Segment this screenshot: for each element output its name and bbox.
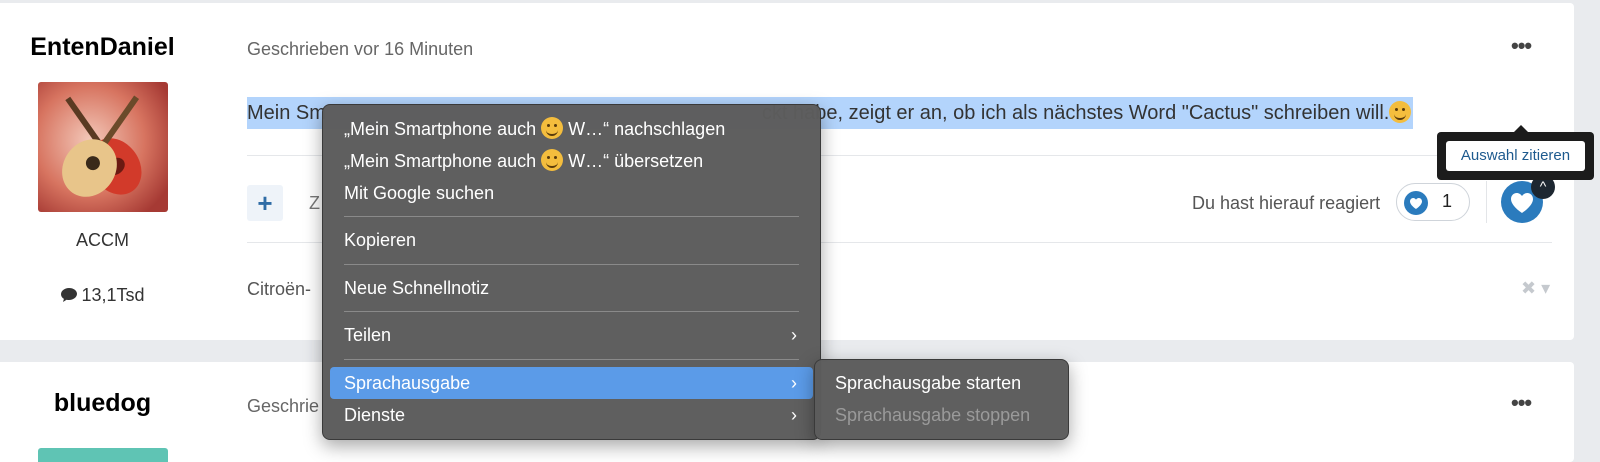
post-date: Geschrie: [247, 396, 320, 416]
quote-selection-button[interactable]: Auswahl zitieren: [1446, 141, 1585, 171]
menu-separator: [344, 264, 799, 265]
menu-item-services[interactable]: Dienste ›: [330, 399, 813, 431]
menu-item-stop-speaking: Sprachausgabe stoppen: [835, 405, 1031, 425]
body-text-start: Mein Sm: [247, 102, 326, 124]
action-label-partial[interactable]: Z: [309, 193, 320, 214]
more-options-icon[interactable]: •••: [1511, 33, 1532, 59]
chevron-right-icon: ›: [791, 373, 797, 393]
close-signature-icon[interactable]: ✖ ▾: [1521, 278, 1550, 299]
quote-add-button[interactable]: +: [247, 185, 283, 221]
signature-partial: Citroën-: [247, 279, 312, 299]
context-menu: „Mein Smartphone auch W…“ nachschlagen „…: [322, 104, 821, 440]
hugging-emoji-icon: [1389, 101, 1412, 123]
menu-item-copy[interactable]: Kopieren: [330, 224, 813, 256]
avatar[interactable]: [38, 82, 168, 212]
menu-item-lookup[interactable]: „Mein Smartphone auch W…“ nachschlagen: [330, 113, 813, 145]
reacted-label: Du hast hierauf reagiert: [1192, 193, 1381, 213]
post-count: 13,1Tsd: [0, 285, 205, 308]
post-count-value: 13,1Tsd: [81, 285, 145, 305]
smile-emoji-icon: [541, 149, 564, 171]
menu-item-google-search[interactable]: Mit Google suchen: [330, 177, 813, 209]
post-date: Geschrieben vor 16 Minuten: [247, 39, 474, 59]
menu-item-share[interactable]: Teilen ›: [330, 319, 813, 351]
more-options-icon[interactable]: •••: [1511, 390, 1532, 416]
quote-selection-tooltip: Auswahl zitieren: [1437, 125, 1594, 180]
menu-separator: [344, 359, 799, 360]
menu-item-translate[interactable]: „Mein Smartphone auch W…“ übersetzen: [330, 145, 813, 177]
menu-separator: [344, 311, 799, 312]
divider: [1486, 181, 1487, 223]
menu-separator: [344, 216, 799, 217]
chevron-right-icon: ›: [791, 325, 797, 345]
menu-item-start-speaking[interactable]: Sprachausgabe starten: [821, 367, 1062, 399]
body-text-end: ckt habe, zeigt er an, ob ich als nächst…: [761, 102, 1390, 124]
smile-emoji-icon: [541, 117, 564, 139]
chevron-right-icon: ›: [791, 405, 797, 425]
comment-icon: [60, 287, 78, 308]
menu-item-quick-note[interactable]: Neue Schnellnotiz: [330, 272, 813, 304]
avatar[interactable]: [38, 448, 168, 462]
author-rank: ACCM: [76, 230, 129, 250]
reaction-count: 1: [1442, 191, 1453, 211]
reaction-count-pill[interactable]: 1: [1396, 183, 1470, 221]
author-name[interactable]: EntenDaniel: [0, 33, 205, 62]
heart-reaction-icon: [1403, 190, 1429, 221]
author-name[interactable]: bluedog: [0, 389, 205, 418]
speech-submenu: Sprachausgabe starten Sprachausgabe stop…: [814, 359, 1069, 440]
menu-item-speech[interactable]: Sprachausgabe ›: [330, 367, 813, 399]
